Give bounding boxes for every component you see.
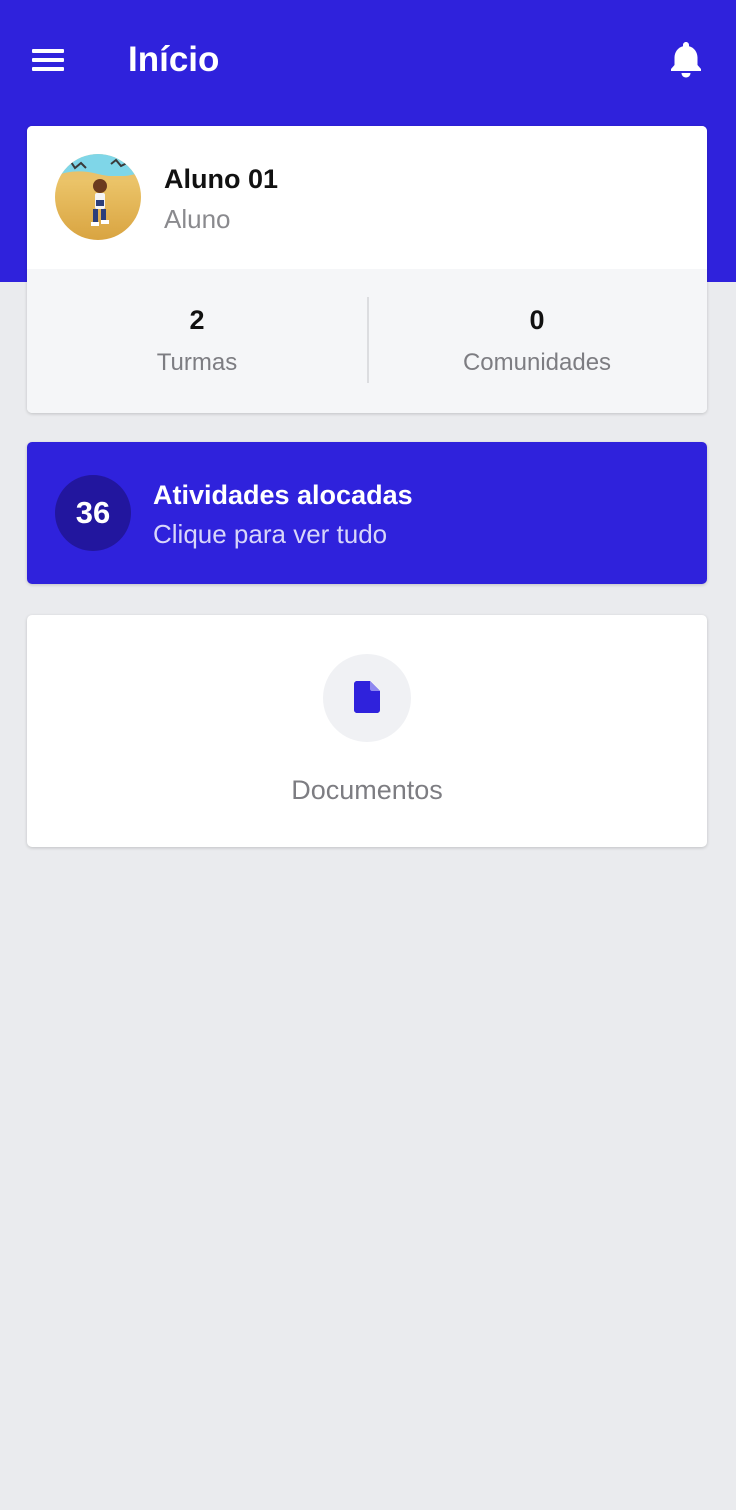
document-icon	[354, 681, 380, 713]
stat-label: Comunidades	[462, 349, 612, 376]
profile-header: Aluno 01 Aluno	[27, 126, 707, 269]
stat-value: 0	[529, 305, 545, 335]
documents-card[interactable]: Documentos	[27, 615, 707, 847]
avatar[interactable]	[55, 154, 141, 240]
activities-title: Atividades alocadas	[153, 480, 413, 510]
document-icon-container	[323, 654, 411, 742]
profile-stats: 2 Turmas 0 Comunidades	[27, 269, 707, 413]
app-screen: Início Aluno 01 Aluno 2 Turmas 0 Comunid…	[0, 0, 736, 1510]
page-title: Início	[128, 40, 220, 79]
stat-turmas[interactable]: 2 Turmas	[27, 269, 367, 413]
activities-card[interactable]: 36 Atividades alocadas Clique para ver t…	[27, 442, 707, 584]
profile-card: Aluno 01 Aluno 2 Turmas 0 Comunidades	[27, 126, 707, 413]
documents-label: Documentos	[291, 775, 443, 805]
hamburger-menu-icon[interactable]	[28, 42, 68, 78]
stat-comunidades[interactable]: 0 Comunidades	[367, 269, 707, 413]
stat-value: 2	[189, 305, 205, 335]
user-role: Aluno	[164, 204, 231, 234]
stat-label: Turmas	[156, 349, 238, 376]
activities-subtitle: Clique para ver tudo	[153, 519, 388, 549]
user-name: Aluno 01	[164, 164, 279, 194]
top-app-bar: Início	[0, 0, 736, 122]
bell-icon[interactable]	[664, 38, 708, 82]
activities-count-badge: 36	[55, 475, 131, 551]
